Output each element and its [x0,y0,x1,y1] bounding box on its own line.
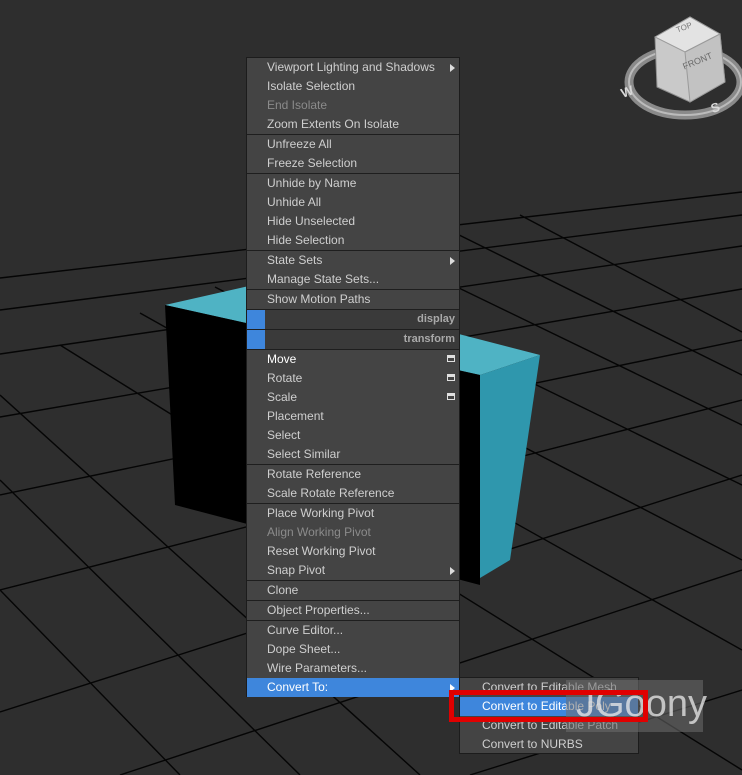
menu-item-label: Move [267,352,297,366]
menu-item-label: Scale Rotate Reference [267,486,395,500]
menu-item-convert-nurbs[interactable]: Convert to NURBS [460,735,638,754]
menu-item-object-properties[interactable]: Object Properties... [247,600,459,620]
menu-item-snap-pivot[interactable]: Snap Pivot [247,561,459,580]
menu-item-freeze-selection[interactable]: Freeze Selection [247,154,459,173]
menu-item-reset-working-pivot[interactable]: Reset Working Pivot [247,542,459,561]
menu-item-label: Dope Sheet... [267,642,341,656]
quad-color-swatch [247,310,265,329]
menu-item-label: Hide Unselected [267,214,356,228]
menu-item-rotate-reference[interactable]: Rotate Reference [247,464,459,484]
menu-item-label: Hide Selection [267,233,345,247]
menu-item-align-working-pivot[interactable]: Align Working Pivot [247,523,459,542]
menu-item-place-working-pivot[interactable]: Place Working Pivot [247,503,459,523]
menu-item-label: Snap Pivot [267,563,326,577]
menu-item-label: Select [267,428,301,442]
quad-title-display: display [247,309,459,329]
menu-item-label: Placement [267,409,324,423]
menu-item-select-similar[interactable]: Select Similar [247,445,459,464]
menu-item-label: State Sets [267,253,323,267]
menu-item-manage-state-sets[interactable]: Manage State Sets... [247,270,459,289]
menu-item-label: Curve Editor... [267,623,344,637]
menu-item-label: Show Motion Paths [267,292,371,306]
menu-item-wire-parameters[interactable]: Wire Parameters... [247,659,459,678]
menu-item-dope-sheet[interactable]: Dope Sheet... [247,640,459,659]
menu-item-label: Freeze Selection [267,156,358,170]
menu-item-label: Zoom Extents On Isolate [267,117,400,131]
annotation-highlight-box [449,690,648,722]
menu-item-isolate-selection[interactable]: Isolate Selection [247,77,459,96]
menu-item-label: Convert to NURBS [482,737,583,751]
menu-item-label: Clone [267,583,299,597]
menu-item-unfreeze-all[interactable]: Unfreeze All [247,134,459,154]
menu-item-label: Wire Parameters... [267,661,368,675]
menu-item-state-sets[interactable]: State Sets [247,250,459,270]
menu-item-clone[interactable]: Clone [247,580,459,600]
menu-item-rotate[interactable]: Rotate [247,369,459,388]
menu-item-viewport-lighting[interactable]: Viewport Lighting and Shadows [247,58,459,77]
menu-item-label: Scale [267,390,298,404]
menu-item-move[interactable]: Move [247,349,459,369]
menu-item-label: Unhide by Name [267,176,357,190]
menu-item-select[interactable]: Select [247,426,459,445]
menu-item-label: End Isolate [267,98,328,112]
menu-item-label: Align Working Pivot [267,525,371,539]
menu-item-show-motion-paths[interactable]: Show Motion Paths [247,289,459,309]
quad-title-label: transform [403,333,455,345]
menu-item-end-isolate[interactable]: End Isolate [247,96,459,115]
menu-item-label: Isolate Selection [267,79,356,93]
menu-item-label: Unhide All [267,195,322,209]
menu-item-label: Viewport Lighting and Shadows [267,60,435,74]
menu-item-label: Manage State Sets... [267,272,380,286]
menu-item-label: Convert To: [267,680,329,694]
menu-item-curve-editor[interactable]: Curve Editor... [247,620,459,640]
menu-item-label: Rotate [267,371,303,385]
menu-item-placement[interactable]: Placement [247,407,459,426]
menu-item-unhide-all[interactable]: Unhide All [247,193,459,212]
menu-item-label: Unfreeze All [267,137,332,151]
quad-title-transform: transform [247,329,459,349]
menu-item-label: Rotate Reference [267,467,362,481]
menu-item-hide-selection[interactable]: Hide Selection [247,231,459,250]
quad-color-swatch [247,330,265,349]
submenu-arrow-icon [450,257,455,265]
menu-item-label: Select Similar [267,447,341,461]
settings-box-icon[interactable] [447,393,455,400]
menu-item-convert-to[interactable]: Convert To: [247,678,459,697]
quad-menu: Viewport Lighting and Shadows Isolate Se… [246,57,460,697]
menu-item-scale[interactable]: Scale [247,388,459,407]
submenu-arrow-icon [450,64,455,72]
settings-box-icon[interactable] [447,374,455,381]
menu-item-unhide-by-name[interactable]: Unhide by Name [247,173,459,193]
menu-item-label: Object Properties... [267,603,370,617]
menu-item-zoom-extents-isolate[interactable]: Zoom Extents On Isolate [247,115,459,134]
menu-item-hide-unselected[interactable]: Hide Unselected [247,212,459,231]
menu-item-scale-rotate-reference[interactable]: Scale Rotate Reference [247,484,459,503]
submenu-arrow-icon [450,567,455,575]
quad-title-label: display [417,313,455,325]
menu-item-label: Reset Working Pivot [267,544,376,558]
menu-item-label: Place Working Pivot [267,506,375,520]
settings-box-icon[interactable] [447,355,455,362]
